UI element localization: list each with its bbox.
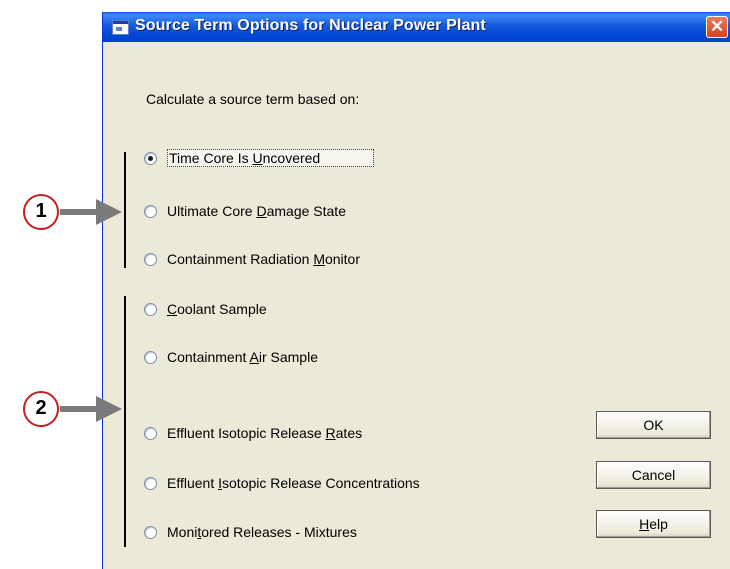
radio-button-icon — [144, 252, 157, 266]
radio-monitored-releases-mixtures[interactable]: Monitored Releases - Mixtures — [144, 523, 357, 541]
window-icon[interactable] — [112, 20, 129, 35]
radio-effluent-isotopic-release-rates[interactable]: Effluent Isotopic Release Rates — [144, 424, 362, 442]
close-button[interactable]: ✕ — [706, 16, 728, 38]
radio-label: Time Core Is Uncovered — [167, 149, 375, 167]
radio-label: Effluent Isotopic Release Concentrations — [167, 475, 420, 491]
radio-button-icon — [144, 151, 157, 165]
group-1-bracket — [124, 152, 126, 268]
radio-time-core-uncovered[interactable]: Time Core Is Uncovered — [144, 149, 375, 167]
cancel-button[interactable]: Cancel — [596, 461, 711, 489]
callout-1-badge: 1 — [23, 194, 59, 230]
radio-button-icon — [144, 426, 157, 440]
prompt-label: Calculate a source term based on: — [146, 91, 360, 107]
help-button[interactable]: Help — [596, 510, 711, 538]
radio-label: Coolant Sample — [167, 301, 267, 317]
radio-coolant-sample[interactable]: Coolant Sample — [144, 300, 267, 318]
window-title: Source Term Options for Nuclear Power Pl… — [135, 17, 486, 34]
ok-button[interactable]: OK — [596, 411, 711, 439]
radio-label: Containment Air Sample — [167, 349, 318, 365]
radio-label: Effluent Isotopic Release Rates — [167, 425, 363, 441]
radio-button-icon — [144, 204, 157, 218]
radio-button-icon — [144, 302, 157, 316]
radio-label: Monitored Releases - Mixtures — [167, 524, 357, 540]
radio-button-icon — [144, 525, 157, 539]
title-bar[interactable]: Source Term Options for Nuclear Power Pl… — [103, 12, 730, 42]
group-2-bracket — [124, 296, 126, 547]
arrow-right-icon — [60, 199, 122, 225]
callout-2-badge: 2 — [23, 391, 59, 427]
radio-containment-radiation-monitor[interactable]: Containment Radiation Monitor — [144, 250, 360, 268]
arrow-right-icon — [60, 396, 122, 422]
radio-effluent-isotopic-release-concentrations[interactable]: Effluent Isotopic Release Concentrations — [144, 474, 420, 492]
radio-label: Containment Radiation Monitor — [167, 251, 361, 267]
radio-button-icon — [144, 350, 157, 364]
radio-ultimate-core-damage-state[interactable]: Ultimate Core Damage State — [144, 202, 346, 220]
radio-label: Ultimate Core Damage State — [167, 203, 346, 219]
radio-containment-air-sample[interactable]: Containment Air Sample — [144, 348, 318, 366]
radio-button-icon — [144, 476, 157, 490]
